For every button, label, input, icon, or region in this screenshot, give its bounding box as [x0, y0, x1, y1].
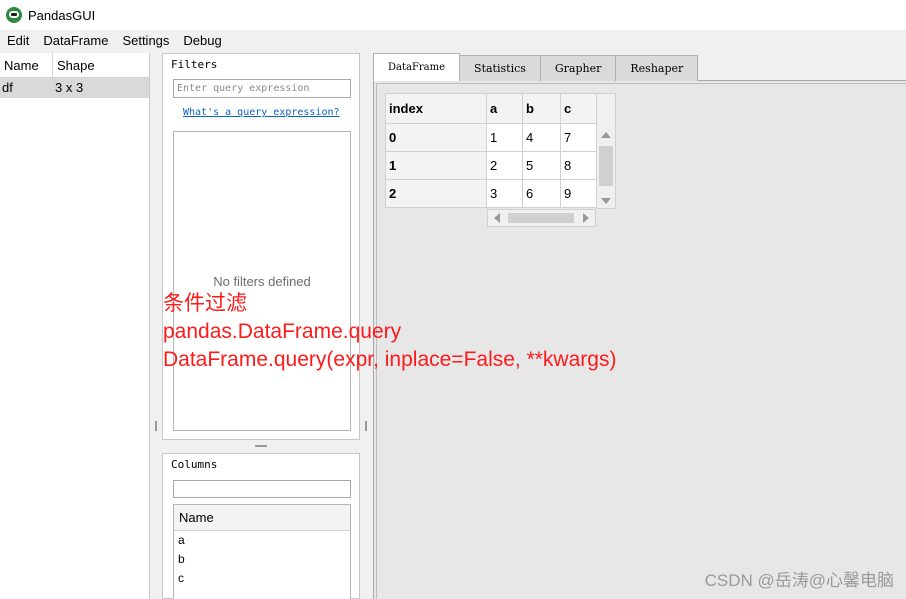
window-title: PandasGUI	[28, 7, 96, 23]
right-splitter-handle[interactable]	[365, 421, 367, 431]
table-horizontal-scrollbar[interactable]	[487, 209, 596, 227]
table-vertical-scrollbar[interactable]	[596, 93, 616, 209]
header-a[interactable]: a	[486, 93, 523, 124]
menu-settings[interactable]: Settings	[115, 30, 176, 51]
dataframe-list-header: Name Shape	[0, 53, 149, 78]
table-row: 1 2 5 8	[385, 151, 597, 180]
csdn-watermark: CSDN @岳涛@心馨电脑	[704, 571, 894, 590]
columns-search-input[interactable]	[173, 480, 351, 498]
scroll-right-icon[interactable]	[583, 213, 589, 223]
table-cell[interactable]: 4	[522, 123, 561, 152]
columns-panel: Columns Name a b c	[162, 453, 360, 599]
annotation-line-1: 条件过滤	[163, 292, 247, 315]
table-cell[interactable]: 7	[560, 123, 597, 152]
tab-grapher[interactable]: Grapher	[539, 55, 617, 81]
no-filters-message: No filters defined	[213, 274, 311, 289]
dataframe-table: index a b c 0 1 4 7 1 2 5 8 2 3 6 9	[385, 93, 597, 208]
table-header-row: index a b c	[385, 93, 597, 124]
columns-list: Name a b c	[173, 504, 351, 599]
dataframe-name: df	[2, 80, 13, 95]
vertical-scroll-thumb[interactable]	[599, 146, 613, 186]
table-row: 2 3 6 9	[385, 179, 597, 208]
header-index[interactable]: index	[385, 93, 487, 124]
table-row: 0 1 4 7	[385, 123, 597, 152]
annotation-line-3: DataFrame.query(expr, inplace=False, **k…	[163, 348, 617, 371]
annotation-line-2: pandas.DataFrame.query	[163, 320, 402, 343]
dataframe-shape: 3 x 3	[55, 80, 84, 95]
row-index-cell[interactable]: 2	[385, 179, 487, 208]
columns-title: Columns	[171, 458, 218, 471]
tab-dataframe[interactable]: DataFrame	[373, 53, 461, 81]
column-item-a[interactable]: a	[174, 531, 350, 550]
panda-logo-icon	[6, 7, 22, 23]
vertical-splitter-handle[interactable]	[255, 445, 267, 447]
viewer-tabs: DataFrame Statistics Grapher Reshaper	[373, 53, 699, 81]
row-index-cell[interactable]: 0	[385, 123, 487, 152]
column-item-b[interactable]: b	[174, 550, 350, 569]
table-cell[interactable]: 2	[486, 151, 523, 180]
menu-dataframe[interactable]: DataFrame	[36, 30, 115, 51]
query-expression-input[interactable]: Enter query expression	[173, 79, 351, 98]
header-b[interactable]: b	[522, 93, 561, 124]
header-c[interactable]: c	[560, 93, 597, 124]
row-index-cell[interactable]: 1	[385, 151, 487, 180]
dataframe-row-df[interactable]: df 3 x 3	[0, 78, 149, 98]
annotation-text: 条件过滤 pandas.DataFrame.query DataFrame.qu…	[163, 290, 616, 374]
scroll-down-icon[interactable]	[601, 198, 611, 204]
table-cell[interactable]: 8	[560, 151, 597, 180]
column-header-name[interactable]: Name	[0, 53, 53, 77]
menu-bar: Edit DataFrame Settings Debug	[0, 30, 906, 51]
column-item-c[interactable]: c	[174, 569, 350, 588]
tab-reshaper[interactable]: Reshaper	[615, 55, 699, 81]
query-help-link[interactable]: What's a query expression?	[183, 107, 340, 118]
columns-list-header[interactable]: Name	[174, 505, 350, 531]
menu-debug[interactable]: Debug	[176, 30, 228, 51]
menu-edit[interactable]: Edit	[0, 30, 36, 51]
scroll-up-icon[interactable]	[601, 132, 611, 138]
column-header-shape[interactable]: Shape	[53, 53, 149, 77]
horizontal-scroll-thumb[interactable]	[508, 213, 574, 223]
left-splitter-handle[interactable]	[155, 421, 157, 431]
filters-list: No filters defined	[173, 131, 351, 431]
dataframe-list-panel: Name Shape df 3 x 3	[0, 53, 150, 599]
table-cell[interactable]: 9	[560, 179, 597, 208]
table-cell[interactable]: 6	[522, 179, 561, 208]
tab-statistics[interactable]: Statistics	[459, 55, 541, 81]
filters-title: Filters	[171, 58, 218, 71]
table-cell[interactable]: 1	[486, 123, 523, 152]
table-cell[interactable]: 5	[522, 151, 561, 180]
scroll-left-icon[interactable]	[494, 213, 500, 223]
table-cell[interactable]: 3	[486, 179, 523, 208]
filters-panel: Filters Enter query expression What's a …	[162, 53, 360, 440]
title-bar: PandasGUI	[0, 0, 906, 30]
